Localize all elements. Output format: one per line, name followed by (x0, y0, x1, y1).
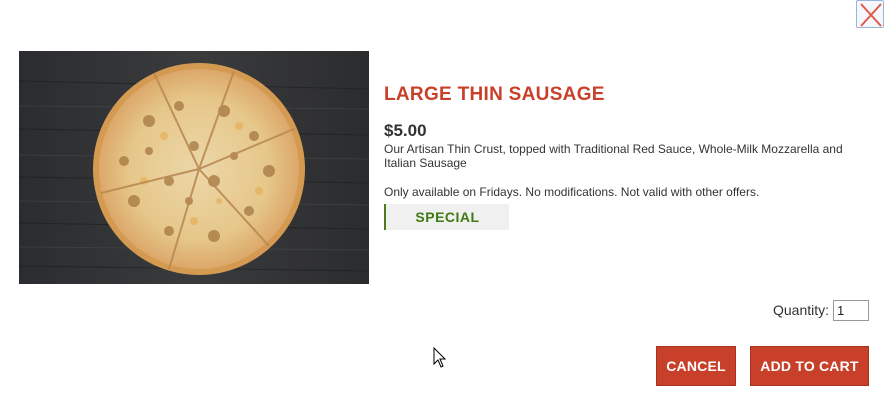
quantity-input[interactable] (833, 300, 869, 321)
product-title: LARGE THIN SAUSAGE (384, 84, 605, 105)
close-x-icon (860, 3, 882, 27)
mouse-pointer-icon (433, 347, 447, 368)
special-badge: SPECIAL (384, 204, 509, 230)
quantity-label: Quantity: (773, 302, 830, 318)
close-button[interactable] (856, 0, 884, 28)
cancel-button[interactable]: CANCEL (656, 346, 736, 386)
add-to-cart-button[interactable]: ADD TO CART (750, 346, 869, 386)
product-description: Our Artisan Thin Crust, topped with Trad… (384, 142, 843, 170)
pizza-photo (19, 51, 369, 284)
product-price: $5.00 (384, 121, 427, 140)
availability-note: Only available on Fridays. No modificati… (384, 185, 760, 199)
product-image (19, 51, 369, 284)
